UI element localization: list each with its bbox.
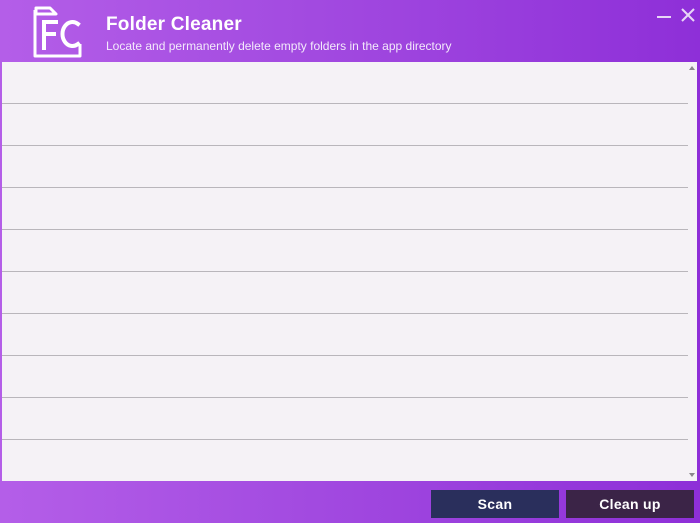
list-item[interactable]	[2, 104, 690, 146]
folder-cleaner-logo-icon	[33, 6, 82, 58]
scan-button[interactable]: Scan	[431, 490, 559, 518]
scroll-down-icon[interactable]	[689, 473, 695, 477]
app-subtitle: Locate and permanently delete empty fold…	[106, 39, 452, 53]
list-item[interactable]	[2, 314, 690, 356]
minimize-button[interactable]	[654, 6, 674, 26]
list-item[interactable]	[2, 440, 690, 481]
footer-bar: Scan Clean up	[0, 481, 700, 523]
list-item[interactable]	[2, 398, 690, 440]
list-item[interactable]	[2, 146, 690, 188]
minimize-icon	[657, 16, 671, 18]
close-button[interactable]	[678, 6, 698, 26]
close-icon	[681, 8, 695, 22]
list-item[interactable]	[2, 230, 690, 272]
clean-up-button[interactable]: Clean up	[566, 490, 694, 518]
list-item[interactable]	[2, 272, 690, 314]
list-item[interactable]	[2, 188, 690, 230]
title-bar: Folder Cleaner Locate and permanently de…	[0, 0, 700, 62]
app-window: Folder Cleaner Locate and permanently de…	[0, 0, 700, 523]
folder-list[interactable]	[2, 62, 697, 481]
list-item[interactable]	[2, 62, 690, 104]
list-item[interactable]	[2, 356, 690, 398]
scroll-up-icon[interactable]	[689, 66, 695, 70]
vertical-scrollbar[interactable]	[688, 62, 697, 481]
app-title: Folder Cleaner	[106, 14, 242, 35]
